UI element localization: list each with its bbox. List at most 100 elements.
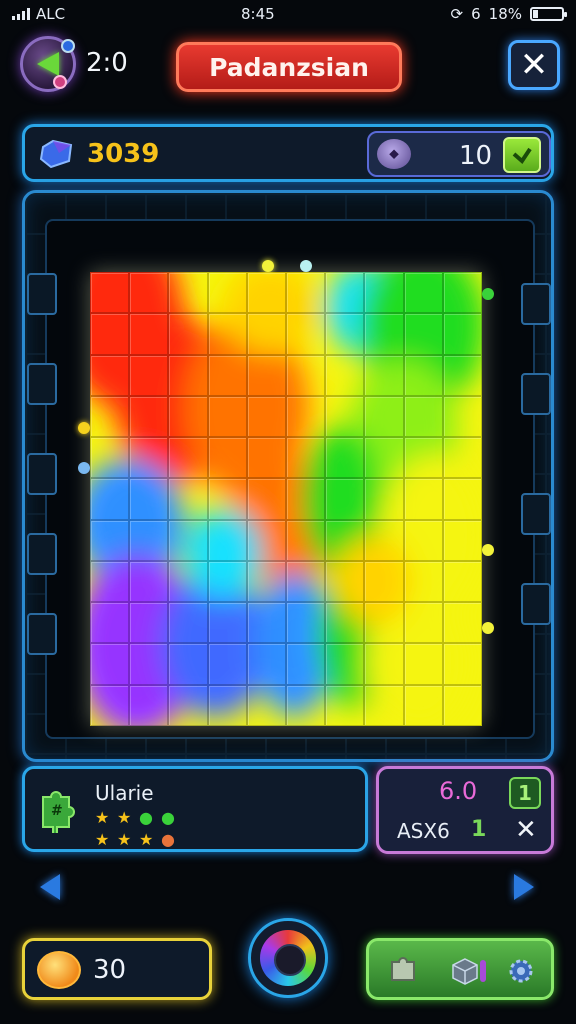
puzzle-piece[interactable] (90, 602, 130, 644)
puzzle-piece[interactable] (325, 395, 365, 438)
puzzle-piece[interactable] (442, 395, 482, 438)
puzzle-piece[interactable] (207, 519, 247, 561)
puzzle-piece[interactable] (442, 354, 482, 396)
puzzle-piece[interactable] (403, 437, 443, 479)
puzzle-piece[interactable] (168, 560, 208, 603)
puzzle-piece[interactable] (286, 395, 326, 438)
puzzle-piece[interactable] (207, 313, 247, 355)
close-button[interactable]: ✕ (508, 40, 560, 90)
edge-piece[interactable] (27, 363, 57, 405)
edge-piece[interactable] (521, 283, 551, 325)
puzzle-piece[interactable] (207, 395, 247, 438)
puzzle-piece[interactable] (364, 478, 404, 520)
color-filter-button[interactable] (248, 918, 328, 998)
puzzle-piece[interactable] (246, 519, 286, 561)
settings-button[interactable] (505, 955, 537, 987)
puzzle-piece[interactable] (246, 684, 286, 726)
puzzle-piece[interactable] (403, 313, 443, 355)
puzzle-piece[interactable] (129, 395, 169, 438)
puzzle-piece[interactable] (129, 478, 169, 520)
puzzle-piece[interactable] (364, 684, 404, 726)
edge-piece[interactable] (27, 453, 57, 495)
puzzle-piece[interactable] (207, 272, 247, 314)
puzzle-piece[interactable] (325, 354, 365, 396)
puzzle-piece[interactable] (364, 437, 404, 479)
puzzle-piece[interactable] (90, 354, 130, 396)
edge-piece[interactable] (521, 493, 551, 535)
confirm-button[interactable] (503, 137, 541, 173)
puzzle-piece[interactable] (325, 313, 365, 355)
puzzle-piece[interactable] (207, 478, 247, 520)
puzzle-piece[interactable] (364, 519, 404, 561)
puzzle-piece[interactable] (442, 519, 482, 561)
puzzle-piece[interactable] (129, 272, 169, 314)
puzzle-piece[interactable] (286, 272, 326, 314)
puzzle-piece[interactable] (129, 560, 169, 603)
puzzle-piece[interactable] (442, 478, 482, 520)
puzzle-piece[interactable] (168, 684, 208, 726)
jigsaw-puzzle[interactable] (78, 260, 494, 726)
puzzle-piece[interactable] (325, 684, 365, 726)
puzzle-piece[interactable] (286, 437, 326, 479)
puzzle-piece[interactable] (168, 602, 208, 644)
puzzle-piece[interactable] (442, 313, 482, 355)
puzzle-piece[interactable] (246, 395, 286, 438)
back-button[interactable] (20, 36, 76, 92)
puzzle-piece[interactable] (168, 519, 208, 561)
puzzle-piece[interactable] (325, 272, 365, 314)
puzzle-piece[interactable] (168, 313, 208, 355)
puzzle-piece[interactable] (168, 272, 208, 314)
puzzle-piece[interactable] (403, 354, 443, 396)
puzzle-piece[interactable] (90, 519, 130, 561)
puzzle-piece[interactable] (90, 272, 130, 314)
puzzle-piece[interactable] (364, 354, 404, 396)
puzzle-piece[interactable] (286, 643, 326, 685)
puzzle-piece[interactable] (403, 602, 443, 644)
puzzle-piece[interactable] (129, 313, 169, 355)
puzzle-piece[interactable] (246, 354, 286, 396)
puzzle-piece[interactable] (246, 602, 286, 644)
puzzle-piece[interactable] (325, 643, 365, 685)
puzzle-piece[interactable] (442, 272, 482, 314)
puzzle-piece[interactable] (442, 684, 482, 726)
puzzle-piece[interactable] (129, 602, 169, 644)
puzzle-piece[interactable] (90, 643, 130, 685)
puzzle-piece[interactable] (246, 437, 286, 479)
coins-box[interactable]: 30 (22, 938, 212, 1000)
puzzle-piece[interactable] (403, 684, 443, 726)
edge-piece[interactable] (27, 533, 57, 575)
puzzle-piece[interactable] (207, 602, 247, 644)
puzzle-piece[interactable] (168, 478, 208, 520)
puzzle-piece[interactable] (90, 684, 130, 726)
puzzle-piece[interactable] (286, 519, 326, 561)
puzzle-piece[interactable] (168, 643, 208, 685)
puzzle-piece[interactable] (207, 643, 247, 685)
puzzle-piece[interactable] (168, 354, 208, 396)
puzzle-piece[interactable] (325, 437, 365, 479)
puzzle-piece[interactable] (246, 643, 286, 685)
edge-piece[interactable] (521, 583, 551, 625)
puzzle-piece[interactable] (168, 437, 208, 479)
puzzle-piece[interactable] (90, 478, 130, 520)
puzzle-piece[interactable] (246, 478, 286, 520)
next-arrow-button[interactable] (514, 874, 534, 900)
puzzle-piece[interactable] (403, 272, 443, 314)
puzzle-piece[interactable] (442, 437, 482, 479)
puzzle-piece[interactable] (246, 272, 286, 314)
puzzle-piece[interactable] (403, 560, 443, 603)
puzzle-piece[interactable] (403, 478, 443, 520)
puzzle-piece[interactable] (207, 437, 247, 479)
puzzle-piece[interactable] (207, 560, 247, 603)
puzzle-piece[interactable] (246, 313, 286, 355)
puzzle-piece[interactable] (364, 602, 404, 644)
puzzle-piece[interactable] (286, 313, 326, 355)
puzzle-piece[interactable] (325, 478, 365, 520)
puzzle-piece[interactable] (442, 602, 482, 644)
puzzle-piece[interactable] (207, 354, 247, 396)
puzzle-piece[interactable] (129, 519, 169, 561)
puzzle-piece[interactable] (286, 478, 326, 520)
puzzle-piece[interactable] (364, 395, 404, 438)
puzzle-piece[interactable] (286, 684, 326, 726)
puzzle-piece[interactable] (325, 602, 365, 644)
puzzle-piece[interactable] (364, 643, 404, 685)
